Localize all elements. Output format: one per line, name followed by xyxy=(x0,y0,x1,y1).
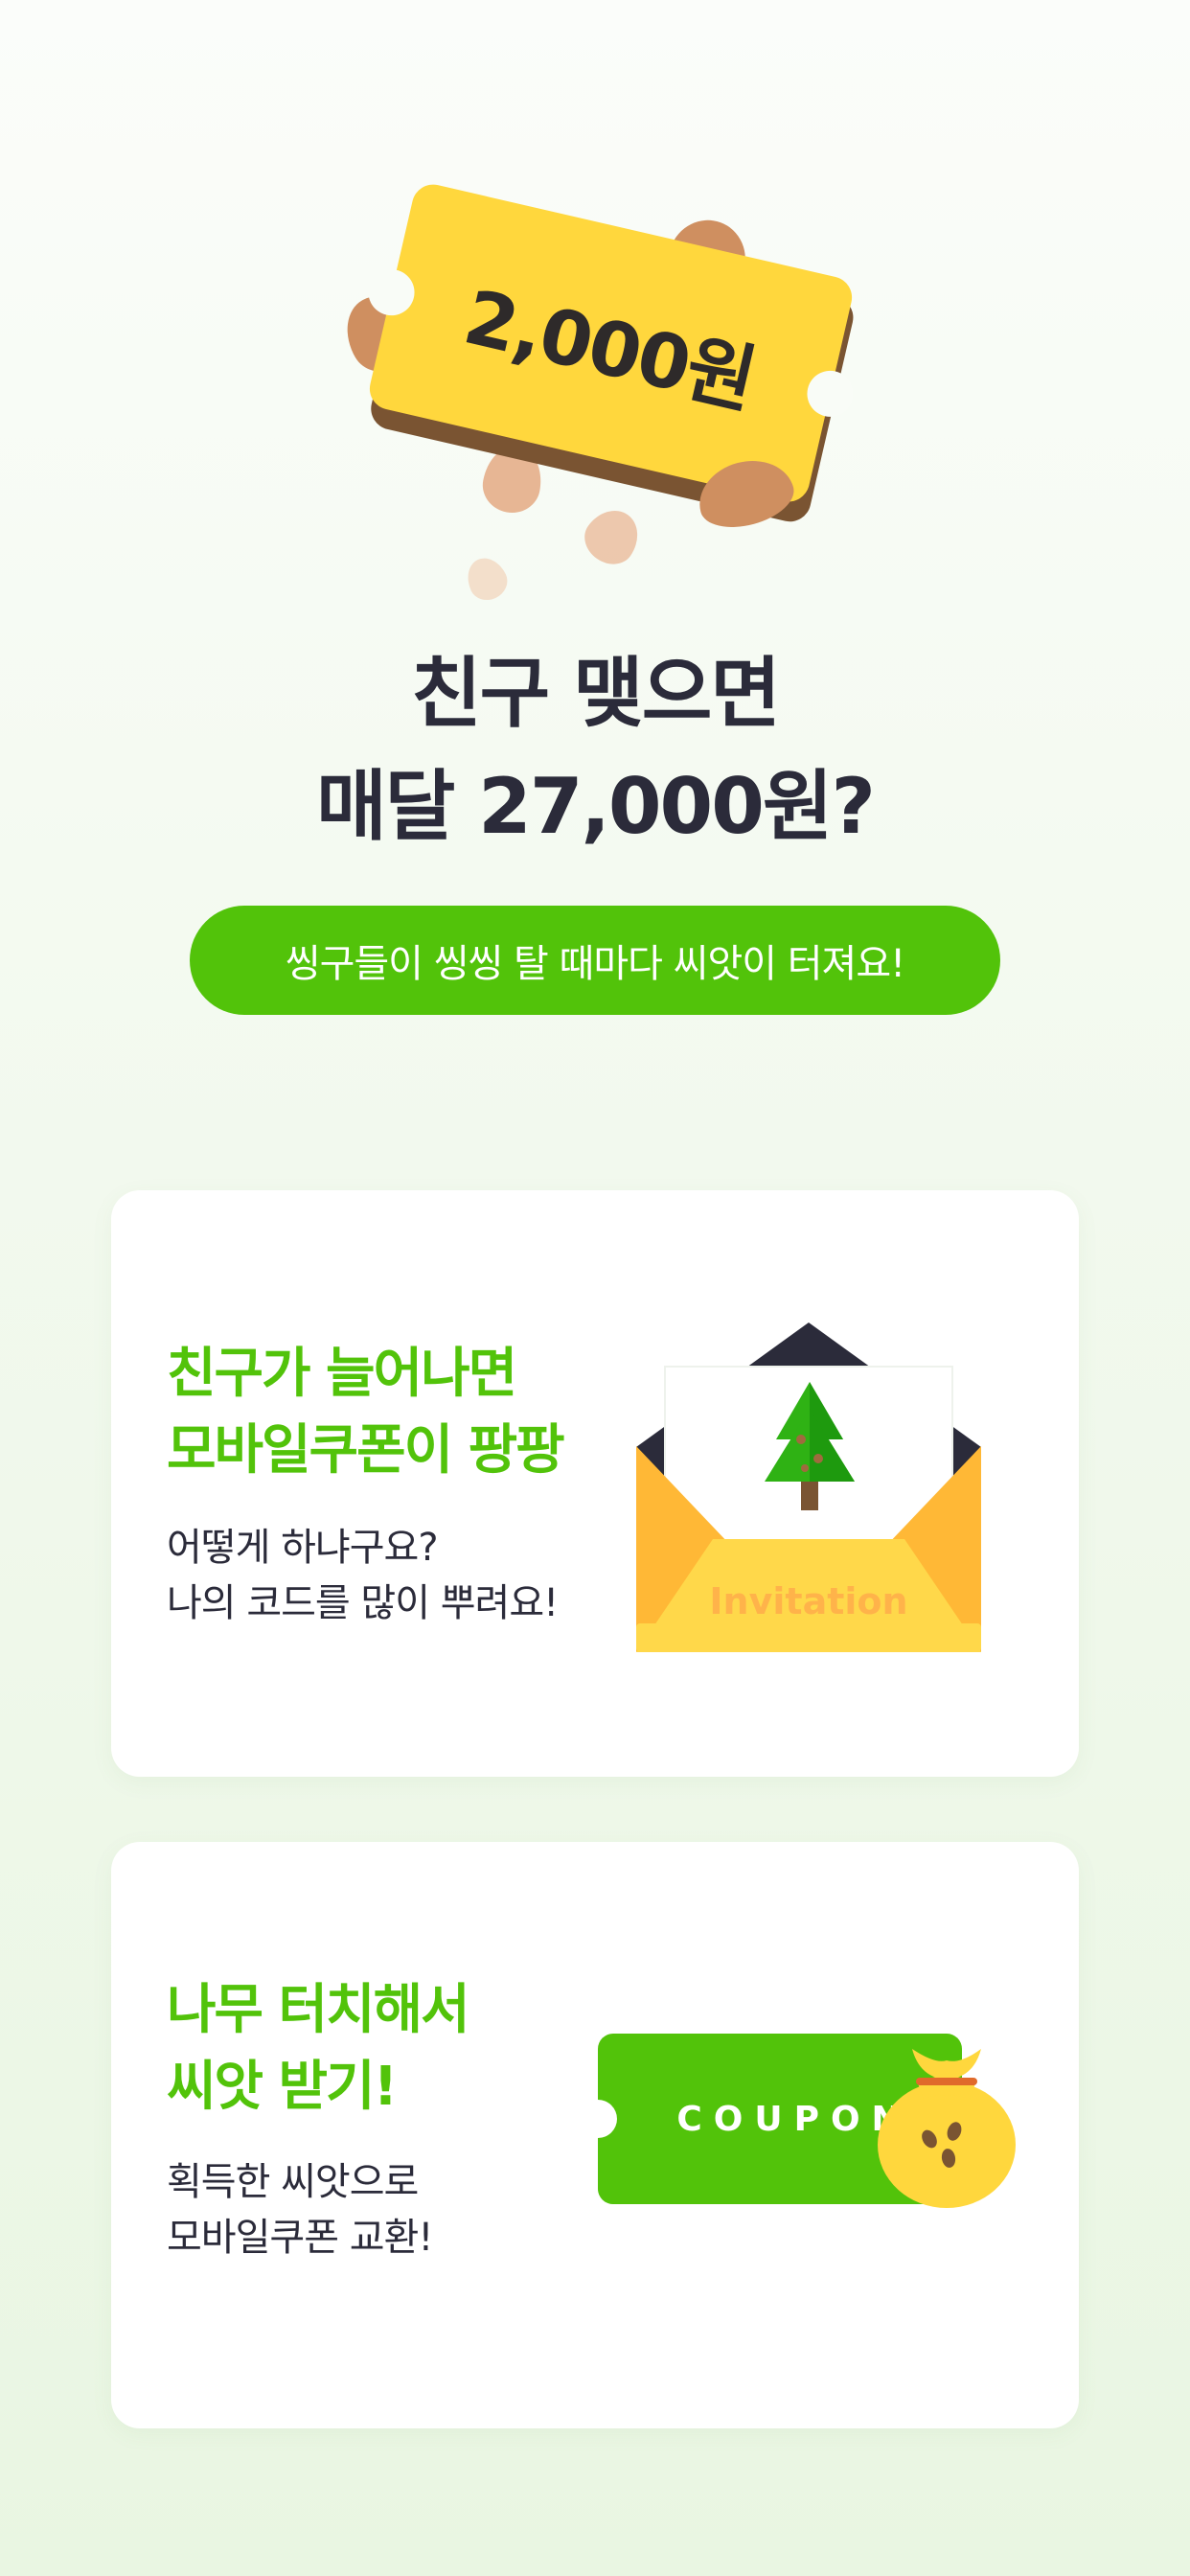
card-title-line: 씨앗 받기! xyxy=(167,2056,398,2118)
coupon-illustration: COUPON xyxy=(579,2005,1031,2254)
card-title: 친구가 늘어나면 모바일쿠폰이 팡팡 xyxy=(167,1336,565,1489)
coupon-label: COUPON xyxy=(676,2099,912,2139)
money-bag-icon xyxy=(878,2049,1016,2208)
card-desc-line: 나의 코드를 많이 뿌려요! xyxy=(167,1581,559,1625)
page-headline: 친구 맺으면 매달 27,000원? xyxy=(0,637,1190,863)
headline-line-2: 매달 27,000원? xyxy=(316,762,876,851)
card-description: 어떻게 하냐구요? 나의 코드를 많이 뿌려요! xyxy=(167,1520,559,1631)
seed-card: 나무 터치해서 씨앗 받기! 획득한 씨앗으로 모바일쿠폰 교환! COUPON xyxy=(111,1842,1079,2428)
card-description: 획득한 씨앗으로 모바일쿠폰 교환! xyxy=(167,2154,433,2266)
card-title-line: 친구가 늘어나면 xyxy=(167,1343,517,1405)
promo-page: 2,000원 친구 맺으면 매달 27,000원? 씽구들이 씽씽 탈 때마다 … xyxy=(0,0,1190,2576)
ticket-amount: 2,000원 xyxy=(456,274,763,426)
hero-section: 2,000원 xyxy=(0,0,1190,613)
headline-line-1: 친구 맺으면 xyxy=(411,649,781,738)
card-desc-line: 어떻게 하냐구요? xyxy=(167,1526,439,1570)
envelope-label: Invitation xyxy=(709,1580,907,1622)
card-desc-line: 획득한 씨앗으로 xyxy=(167,2160,419,2204)
seed-icon xyxy=(460,551,514,607)
card-title: 나무 터치해서 씨앗 받기! xyxy=(167,1972,470,2126)
card-title-line: 나무 터치해서 xyxy=(167,1979,470,2041)
promo-pill: 씽구들이 씽씽 탈 때마다 씨앗이 터져요! xyxy=(190,906,1000,1015)
card-title-line: 모바일쿠폰이 팡팡 xyxy=(167,1419,565,1482)
invite-card: 친구가 늘어나면 모바일쿠폰이 팡팡 어떻게 하냐구요? 나의 코드를 많이 뿌… xyxy=(111,1190,1079,1777)
coupon-ticket-icon: 2,000원 xyxy=(361,180,875,529)
envelope-icon: Invitation xyxy=(636,1317,981,1662)
seed-icon xyxy=(575,499,650,574)
card-desc-line: 모바일쿠폰 교환! xyxy=(167,2216,433,2260)
